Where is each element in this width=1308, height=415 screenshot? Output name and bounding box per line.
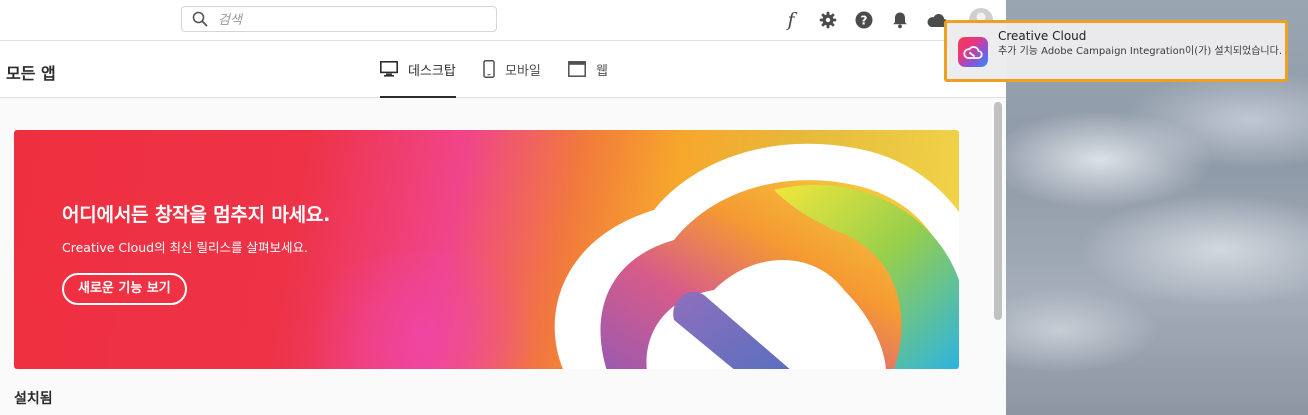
notification-banner[interactable]: Creative Cloud 추가 기능 Adobe Campaign Inte… [944, 20, 1288, 82]
banner-subtitle: Creative Cloud의 최신 릴리스를 살펴보세요. [62, 240, 308, 255]
creative-cloud-app-icon [958, 37, 988, 67]
search-icon [192, 11, 208, 31]
gear-icon[interactable] [817, 9, 839, 31]
promo-banner: 어디에서든 창작을 멈추지 마세요. Creative Cloud의 최신 릴리… [14, 130, 959, 369]
web-icon [568, 61, 586, 77]
tab-desktop[interactable]: 데스크탑 [380, 41, 456, 98]
notification-message: 추가 기능 Adobe Campaign Integration이(가) 설치되… [998, 46, 1282, 57]
desktop-icon [380, 61, 398, 77]
banner-title: 어디에서든 창작을 멈추지 마세요. [62, 204, 331, 226]
search-box[interactable] [181, 6, 497, 32]
tab-desktop-label: 데스크탑 [408, 63, 456, 79]
help-icon[interactable]: ? [853, 9, 875, 31]
tab-mobile[interactable]: 모바일 [483, 41, 541, 97]
tab-mobile-label: 모바일 [505, 63, 541, 79]
whats-new-button[interactable]: 새로운 기능 보기 [62, 273, 187, 305]
notification-title: Creative Cloud [998, 29, 1087, 43]
tab-web[interactable]: 웹 [568, 41, 608, 97]
app-filter-bar: 모든 앱 데스크탑 모바일 웹 [0, 41, 1006, 98]
scrollbar[interactable] [990, 98, 1006, 415]
fonts-icon[interactable]: f [780, 9, 802, 31]
creative-cloud-window: f ? [0, 0, 1006, 415]
svg-text:?: ? [861, 14, 868, 28]
bell-icon[interactable] [889, 9, 911, 31]
tab-web-label: 웹 [596, 63, 608, 79]
mobile-icon [483, 60, 495, 78]
top-toolbar: f ? [0, 0, 1006, 41]
installed-section-title: 설치됨 [14, 391, 53, 407]
page-title: 모든 앱 [6, 64, 56, 83]
main-content: 어디에서든 창작을 멈추지 마세요. Creative Cloud의 최신 릴리… [0, 98, 990, 415]
scrollbar-thumb[interactable] [994, 102, 1002, 320]
search-input[interactable] [216, 10, 490, 30]
